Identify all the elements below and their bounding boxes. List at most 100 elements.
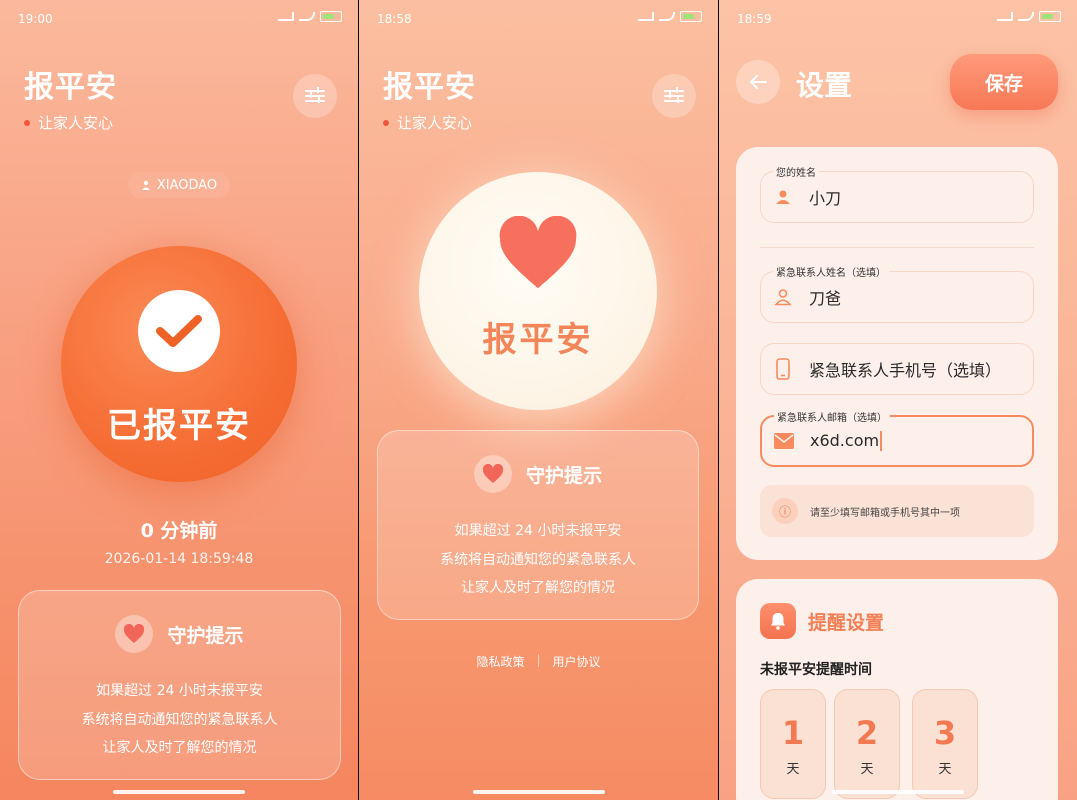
home-screen: 18:58 报平安 让家人安心 报平安 守护提示 如果超过 24 小时未报平安 … — [359, 0, 718, 800]
username: XIAODAO — [156, 177, 218, 193]
contact-name-value: 刀爸 — [809, 289, 842, 308]
reminder-option-number: 2 — [855, 714, 879, 752]
user-agreement-link[interactable]: 用户协议 — [553, 653, 601, 670]
dot-icon — [24, 119, 30, 126]
reminder-option-unit: 天 — [938, 762, 952, 777]
app-title: 报平安 — [383, 70, 476, 105]
home-indicator[interactable] — [113, 790, 245, 794]
reminder-option-unit: 天 — [786, 762, 800, 777]
signal-icon — [638, 12, 654, 21]
name-field[interactable]: 您的姓名 小刀 — [760, 164, 1034, 223]
reminder-option-3-day[interactable]: 3 天 — [912, 689, 978, 799]
settings-screen: 18:59 设置 保存 您的姓名 小刀 紧急联系人姓名（选填） 刀爸 紧急联系人… — [719, 0, 1077, 800]
reminder-subtitle: 未报平安提醒时间 — [760, 662, 872, 678]
home-screen-reported: 19:00 报平安 让家人安心 XIAODAO 已报平安 0 分钟前 2026-… — [0, 0, 358, 800]
reminder-option-1-day[interactable]: 1 天 — [760, 689, 826, 799]
contact-phone-placeholder: 紧急联系人手机号（选填） — [809, 361, 1002, 380]
contact-name-label: 紧急联系人姓名（选填） — [773, 264, 889, 279]
contact-email-value: x6d.com — [810, 431, 882, 452]
contact-hint-text: 请至少填写邮箱或手机号其中一项 — [810, 507, 960, 519]
status-bar: 18:58 — [359, 0, 718, 36]
signal-icon — [997, 12, 1013, 21]
status-icons — [638, 11, 702, 22]
status-bar: 19:00 — [0, 0, 358, 36]
user-chip: XIAODAO — [128, 172, 230, 198]
heart-icon — [115, 615, 154, 653]
dot-icon — [383, 119, 389, 126]
back-button[interactable] — [736, 60, 780, 104]
reminder-option-unit: 天 — [860, 762, 874, 777]
status-time: 18:58 — [377, 12, 412, 26]
name-field-label: 您的姓名 — [773, 164, 819, 179]
guard-tip-line: 让家人及时了解您的情况 — [461, 580, 615, 596]
privacy-policy-link[interactable]: 隐私政策 — [476, 653, 524, 670]
guard-tip-title: 守护提示 — [525, 464, 602, 487]
user-icon — [141, 180, 150, 190]
footer-separator: | — [536, 653, 541, 667]
home-indicator[interactable] — [832, 790, 964, 794]
contact-email-label: 紧急联系人邮箱（选填） — [774, 409, 890, 424]
person-icon — [773, 187, 793, 207]
check-icon — [138, 290, 220, 372]
wifi-icon — [659, 12, 675, 21]
home-indicator[interactable] — [472, 790, 605, 794]
guard-tip-line: 系统将自动通知您的紧急联系人 — [440, 551, 636, 568]
person-outline-icon — [773, 287, 793, 307]
status-bar: 18:59 — [719, 0, 1077, 36]
signal-icon — [278, 12, 294, 21]
app-title: 报平安 — [24, 70, 117, 105]
contact-email-field[interactable]: 紧急联系人邮箱（选填） x6d.com — [760, 409, 1034, 467]
reminder-option-number: 3 — [933, 714, 957, 752]
contact-phone-field[interactable]: 紧急联系人手机号（选填） — [760, 343, 1034, 395]
status-time: 18:59 — [737, 12, 772, 26]
reminder-header: 提醒设置 — [760, 603, 884, 639]
reported-label: 已报平安 — [107, 406, 251, 446]
reminder-option-2-day[interactable]: 2 天 — [834, 689, 900, 799]
wifi-icon — [1018, 12, 1034, 21]
contact-name-field[interactable]: 紧急联系人姓名（选填） 刀爸 — [760, 264, 1034, 323]
status-icons — [278, 11, 342, 22]
guard-tip-line: 如果超过 24 小时未报平安 — [454, 523, 622, 539]
app-subtitle-text: 让家人安心 — [38, 114, 114, 132]
arrow-left-icon — [750, 75, 767, 89]
guard-tip-card: 守护提示 如果超过 24 小时未报平安 系统将自动通知您的紧急联系人 让家人及时… — [18, 590, 341, 780]
last-report-ago: 0 分钟前 — [140, 520, 218, 542]
settings-button[interactable] — [652, 74, 696, 118]
footer-links: 隐私政策 | 用户协议 — [359, 653, 718, 670]
settings-button[interactable] — [293, 74, 337, 118]
phone-icon — [773, 358, 793, 380]
battery-icon — [680, 11, 702, 22]
contact-hint: ⓘ 请至少填写邮箱或手机号其中一项 — [760, 485, 1034, 537]
sliders-icon — [305, 87, 325, 105]
battery-icon — [1039, 11, 1061, 22]
guard-tip-text: 如果超过 24 小时未报平安 系统将自动通知您的紧急联系人 让家人及时了解您的情… — [19, 677, 340, 763]
guard-tip-header: 守护提示 — [19, 615, 340, 653]
divider — [760, 247, 1034, 248]
reported-button[interactable]: 已报平安 — [61, 246, 297, 482]
report-safe-button[interactable]: 报平安 — [419, 172, 657, 410]
mail-icon — [774, 431, 794, 451]
guard-tip-line: 如果超过 24 小时未报平安 — [96, 683, 263, 699]
reminder-option-number: 1 — [781, 714, 805, 752]
guard-tip-line: 让家人及时了解您的情况 — [102, 740, 257, 756]
heart-icon — [473, 455, 512, 493]
save-button[interactable]: 保存 — [950, 54, 1058, 110]
app-subtitle-text: 让家人安心 — [397, 114, 473, 132]
app-subtitle: 让家人安心 — [383, 112, 472, 133]
guard-tip-title: 守护提示 — [167, 624, 244, 647]
info-icon: ⓘ — [772, 498, 798, 524]
status-icons — [997, 11, 1061, 22]
status-time: 19:00 — [18, 12, 53, 26]
reminder-title: 提醒设置 — [808, 611, 885, 634]
page-title: 设置 — [796, 69, 853, 102]
guard-tip-text: 如果超过 24 小时未报平安 系统将自动通知您的紧急联系人 让家人及时了解您的情… — [378, 517, 698, 603]
guard-tip-card: 守护提示 如果超过 24 小时未报平安 系统将自动通知您的紧急联系人 让家人及时… — [377, 430, 699, 620]
contact-form-card: 您的姓名 小刀 紧急联系人姓名（选填） 刀爸 紧急联系人手机号（选填） 紧急联系… — [736, 147, 1058, 560]
sliders-icon — [664, 87, 684, 105]
bell-icon — [760, 603, 796, 639]
reminder-settings-card: 提醒设置 未报平安提醒时间 1 天 2 天 3 天 — [736, 579, 1058, 800]
guard-tip-header: 守护提示 — [378, 455, 698, 493]
wifi-icon — [299, 12, 315, 21]
guard-tip-line: 系统将自动通知您的紧急联系人 — [81, 711, 278, 728]
app-subtitle: 让家人安心 — [24, 112, 113, 133]
